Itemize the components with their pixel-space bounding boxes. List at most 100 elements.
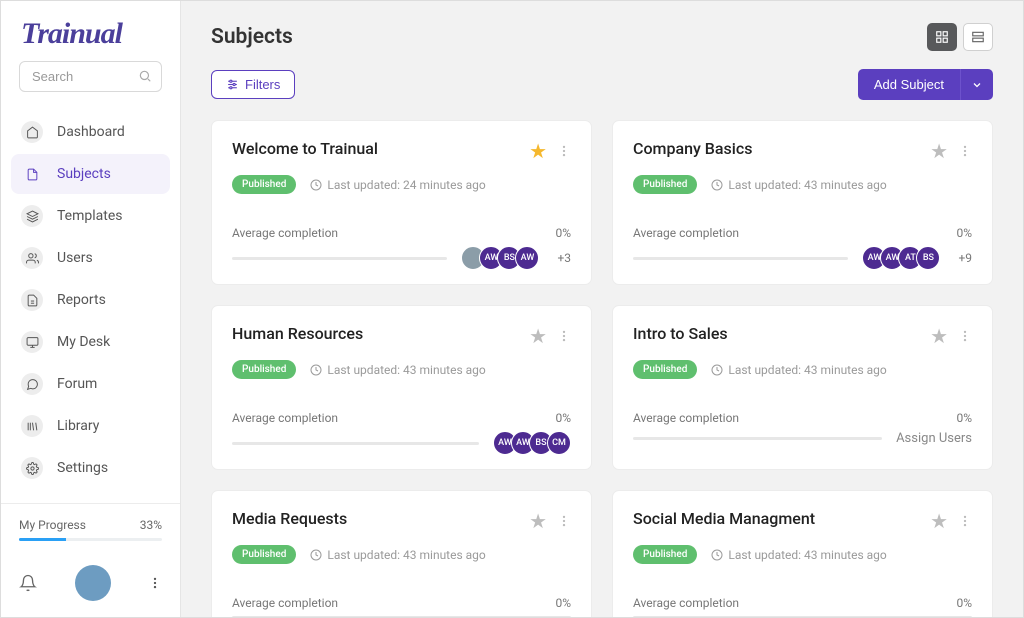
card-menu-icon[interactable] [557,514,571,528]
notifications-icon[interactable] [19,574,37,592]
nav-icon [21,121,43,143]
completion-value: 0% [555,411,571,425]
nav-item-subjects[interactable]: Subjects [11,154,170,194]
status-badge: Published [633,175,697,194]
filters-label: Filters [245,77,280,92]
last-updated: Last updated: 24 minutes ago [310,178,485,192]
user-badge[interactable]: BS [916,246,940,270]
favorite-star-icon[interactable]: ★ [529,509,547,533]
nav-item-forum[interactable]: Forum [11,364,170,404]
favorite-star-icon[interactable]: ★ [529,324,547,348]
favorite-star-icon[interactable]: ★ [930,324,948,348]
add-subject-dropdown[interactable] [960,69,993,100]
last-updated: Last updated: 43 minutes ago [310,548,485,562]
completion-value: 0% [555,596,571,610]
nav-label: My Desk [57,334,110,350]
progress-bar [19,538,162,541]
nav-item-settings[interactable]: Settings [11,448,170,488]
last-updated: Last updated: 43 minutes ago [711,363,886,377]
card-menu-icon[interactable] [557,329,571,343]
last-updated: Last updated: 43 minutes ago [711,548,886,562]
favorite-star-icon[interactable]: ★ [529,139,547,163]
subject-card[interactable]: Media Requests ★ Published Last updated: 43… [211,490,592,617]
card-title: Human Resources [232,324,363,343]
nav-label: Users [57,250,93,266]
completion-label: Average completion [633,411,739,425]
user-badge[interactable]: CM [547,431,571,455]
nav-label: Reports [57,292,106,308]
add-subject-button[interactable]: Add Subject [858,69,960,100]
nav-icon [21,289,43,311]
card-title: Welcome to Trainual [232,139,378,158]
favorite-star-icon[interactable]: ★ [930,509,948,533]
subject-card[interactable]: Social Media Managment ★ Published Last upd… [612,490,993,617]
card-title: Social Media Managment [633,509,815,528]
my-progress-value: 33% [140,518,162,532]
user-avatar[interactable] [75,565,111,601]
nav-item-reports[interactable]: Reports [11,280,170,320]
nav-icon [21,373,43,395]
more-count: +3 [557,251,571,265]
completion-label: Average completion [633,226,739,240]
completion-bar [232,257,447,260]
status-badge: Published [232,545,296,564]
last-updated: Last updated: 43 minutes ago [310,363,485,377]
completion-label: Average completion [232,411,338,425]
nav-icon [21,457,43,479]
completion-bar [633,257,848,260]
subject-card[interactable]: Intro to Sales ★ Published Last updated: 43… [612,305,993,470]
card-menu-icon[interactable] [958,514,972,528]
card-menu-icon[interactable] [557,144,571,158]
status-badge: Published [232,360,296,379]
completion-bar [633,437,882,440]
subject-card[interactable]: Welcome to Trainual ★ Published Last update… [211,120,592,285]
card-menu-icon[interactable] [958,144,972,158]
completion-value: 0% [956,226,972,240]
completion-value: 0% [956,596,972,610]
card-title: Company Basics [633,139,752,158]
search-icon [138,69,152,83]
last-updated: Last updated: 43 minutes ago [711,178,886,192]
favorite-star-icon[interactable]: ★ [930,139,948,163]
card-menu-icon[interactable] [958,329,972,343]
card-title: Intro to Sales [633,324,728,343]
more-menu-icon[interactable] [148,576,162,590]
completion-bar [232,616,571,617]
page-title: Subjects [211,25,293,49]
status-badge: Published [633,360,697,379]
nav-icon [21,205,43,227]
nav-item-users[interactable]: Users [11,238,170,278]
status-badge: Published [232,175,296,194]
nav-item-my-desk[interactable]: My Desk [11,322,170,362]
completion-label: Average completion [633,596,739,610]
completion-value: 0% [956,411,972,425]
nav-item-templates[interactable]: Templates [11,196,170,236]
nav-icon [21,331,43,353]
subject-card[interactable]: Company Basics ★ Published Last updated: 43… [612,120,993,285]
more-count: +9 [958,251,972,265]
completion-label: Average completion [232,596,338,610]
nav-label: Library [57,418,99,434]
nav-item-library[interactable]: Library [11,406,170,446]
grid-view-toggle[interactable] [927,23,957,51]
nav-label: Subjects [57,166,111,182]
nav-icon [21,415,43,437]
subject-card[interactable]: Human Resources ★ Published Last updated: 4… [211,305,592,470]
user-badge[interactable]: AW [515,246,539,270]
nav-item-dashboard[interactable]: Dashboard [11,112,170,152]
completion-bar [633,616,972,617]
status-badge: Published [633,545,697,564]
assign-users-link[interactable]: Assign Users [896,431,972,446]
list-view-toggle[interactable] [963,23,993,51]
completion-label: Average completion [232,226,338,240]
nav-label: Settings [57,460,108,476]
card-title: Media Requests [232,509,347,528]
completion-value: 0% [555,226,571,240]
completion-bar [232,442,479,445]
nav-label: Dashboard [57,124,125,140]
filters-button[interactable]: Filters [211,70,295,99]
nav-label: Forum [57,376,97,392]
nav-label: Templates [57,208,123,224]
brand-logo: Trainual [1,1,180,61]
my-progress-label: My Progress [19,518,86,532]
